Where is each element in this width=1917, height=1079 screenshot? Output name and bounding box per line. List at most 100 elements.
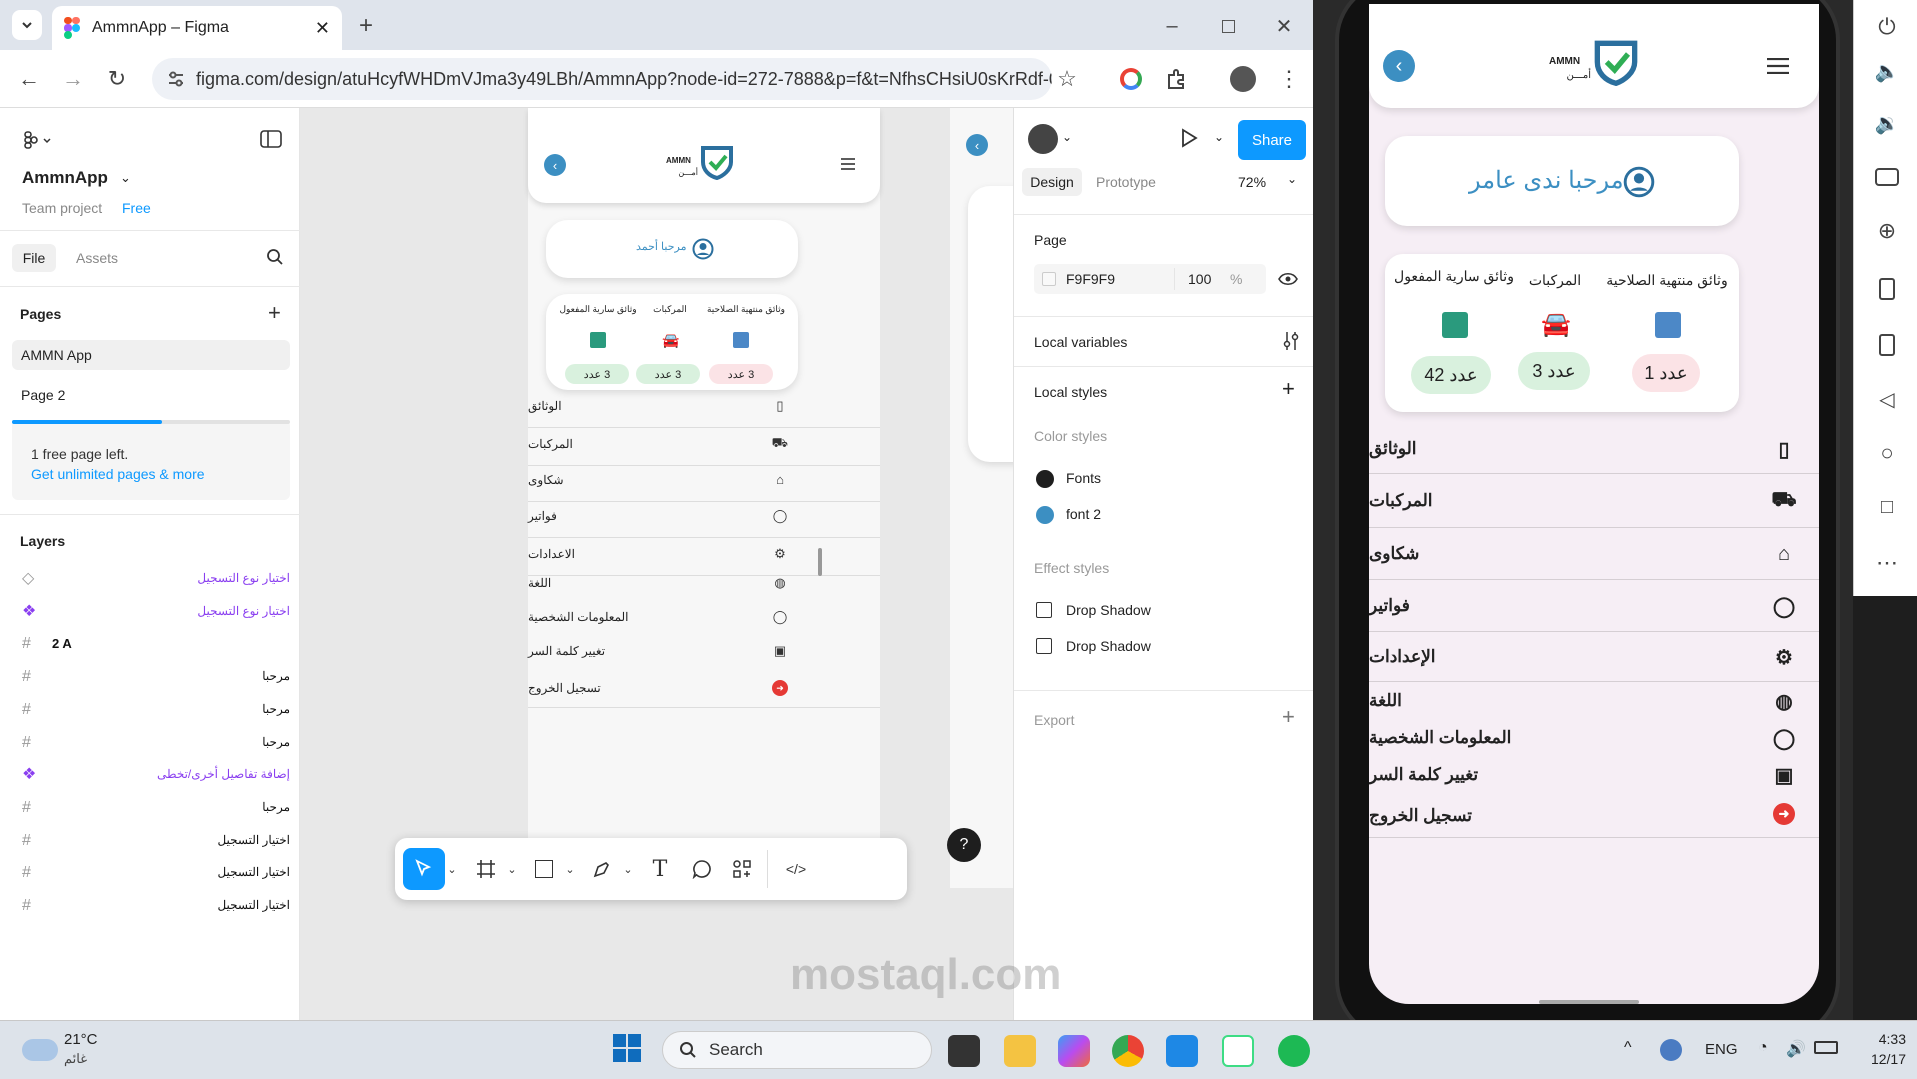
rotate-right-icon[interactable] — [1872, 330, 1902, 360]
windows-start-icon[interactable] — [612, 1033, 646, 1067]
page-color-field[interactable]: F9F9F9 100 % — [1034, 264, 1266, 294]
back-button[interactable]: ‹ — [544, 154, 566, 176]
camera-screenshot-icon[interactable] — [1872, 162, 1902, 192]
menu-item[interactable]: تغيير كلمة السر ▣ — [1369, 756, 1819, 794]
menu-item[interactable]: المعلومات الشخصية ◯ — [528, 600, 880, 634]
copilot-icon[interactable] — [1058, 1035, 1090, 1067]
text-tool-icon[interactable]: T — [639, 848, 681, 890]
move-tool-icon[interactable] — [403, 848, 445, 890]
menu-item[interactable]: الإعدادات ⚙ — [1369, 632, 1819, 682]
battery-icon[interactable] — [1814, 1041, 1838, 1054]
back-arrow-icon[interactable]: ← — [14, 64, 44, 94]
tab-assets[interactable]: Assets — [76, 250, 118, 266]
weather-cloud-icon[interactable] — [22, 1039, 58, 1061]
profile-avatar[interactable] — [1228, 64, 1258, 94]
network-status-icon[interactable] — [1660, 1039, 1682, 1061]
volume-down-icon[interactable]: 🔉 — [1872, 108, 1902, 138]
back-button[interactable]: ‹ — [1383, 50, 1415, 82]
menu-item[interactable]: تسجيل الخروج ➜ — [528, 668, 880, 708]
color-style-swatch[interactable] — [1036, 506, 1054, 524]
canvas-scrollbar[interactable] — [818, 548, 822, 576]
site-settings-icon[interactable] — [166, 69, 186, 89]
chevron-down-icon[interactable]: ⌄ — [1214, 130, 1224, 144]
plan-badge[interactable]: Free — [122, 200, 151, 216]
menu-item[interactable]: اللغة ◍ — [1369, 682, 1819, 720]
android-studio-icon[interactable] — [1222, 1035, 1254, 1067]
home-indicator[interactable] — [1539, 1000, 1639, 1004]
chrome-icon[interactable] — [1112, 1035, 1144, 1067]
bookmark-star-icon[interactable]: ☆ — [1052, 64, 1082, 94]
chevron-down-icon[interactable]: ⌄ — [1287, 172, 1297, 186]
close-window-icon[interactable]: ✕ — [1270, 12, 1298, 40]
add-style-icon[interactable]: + — [1282, 376, 1295, 402]
zoom-level[interactable]: 72% — [1238, 174, 1266, 190]
project-chevron-icon[interactable]: ⌄ — [120, 170, 131, 186]
back-triangle-icon[interactable]: ◁ — [1872, 384, 1902, 414]
share-button[interactable]: Share — [1238, 120, 1306, 160]
spotify-icon[interactable] — [1278, 1035, 1310, 1067]
resources-tool-icon[interactable] — [721, 848, 763, 890]
wifi-icon[interactable]: ◔ — [1758, 1039, 1768, 1057]
new-tab-icon[interactable]: + — [352, 12, 380, 40]
back-button[interactable]: ‹ — [966, 134, 988, 156]
page-opacity[interactable]: 100 — [1188, 271, 1211, 287]
url-field[interactable]: figma.com/design/atuHcyfWHDmVJma3y49LBh/… — [152, 58, 1052, 100]
search-icon[interactable] — [266, 248, 284, 266]
tab-prototype[interactable]: Prototype — [1096, 174, 1156, 190]
design-frame-secondary[interactable]: ‹ — [950, 108, 1013, 888]
close-tab-icon[interactable]: ✕ — [315, 18, 330, 39]
effect-style-drop-shadow[interactable]: Drop Shadow — [1066, 602, 1151, 618]
color-swatch[interactable] — [1042, 272, 1056, 286]
volume-up-icon[interactable]: 🔈 — [1872, 56, 1902, 86]
forward-arrow-icon[interactable]: → — [58, 64, 88, 94]
local-variables-label[interactable]: Local variables — [1034, 334, 1127, 350]
clock-time[interactable]: 4:33 — [1862, 1031, 1906, 1047]
design-frame-home[interactable]: ‹ AMMN أمـــن مرحبا أحمد وثائق منتهية ال… — [528, 108, 880, 888]
power-icon[interactable]: ⏻ — [1872, 12, 1902, 42]
page-item-ammn-app[interactable]: AMMN App — [12, 340, 290, 370]
rectangle-tool-icon[interactable] — [523, 848, 565, 890]
chevron-up-icon[interactable]: ^ — [1624, 1039, 1632, 1057]
figma-menu-icon[interactable] — [22, 130, 52, 150]
vscode-icon[interactable] — [1166, 1035, 1198, 1067]
add-export-icon[interactable]: + — [1282, 704, 1295, 730]
sidebar-toggle-icon[interactable] — [260, 130, 282, 148]
browser-tab-figma[interactable]: AmmnApp – Figma ✕ — [52, 6, 342, 50]
help-button[interactable]: ? — [947, 828, 981, 862]
variables-sliders-icon[interactable] — [1282, 330, 1300, 352]
hamburger-menu-icon[interactable] — [841, 158, 855, 170]
layer-row[interactable]: # اختيار التسجيل — [0, 885, 300, 925]
page-item-page-2[interactable]: Page 2 — [21, 387, 65, 403]
zoom-in-icon[interactable]: ⊕ — [1872, 216, 1902, 246]
reload-icon[interactable]: ↻ — [102, 64, 132, 94]
more-options-icon[interactable]: ⋯ — [1872, 548, 1902, 578]
effect-style-drop-shadow[interactable]: Drop Shadow — [1066, 638, 1151, 654]
taskbar-search[interactable]: Search — [662, 1031, 932, 1069]
dev-mode-icon[interactable]: </> — [775, 848, 817, 890]
add-page-icon[interactable]: + — [268, 300, 281, 326]
home-circle-icon[interactable]: ○ — [1872, 438, 1902, 468]
chevron-down-icon[interactable]: ⌄ — [1062, 130, 1072, 144]
comment-tool-icon[interactable] — [681, 848, 723, 890]
project-name[interactable]: AmmnApp — [22, 168, 108, 188]
menu-item[interactable]: الوثائق ▯ — [1369, 424, 1819, 474]
pen-tool-icon[interactable] — [581, 848, 623, 890]
hamburger-menu-icon[interactable] — [1767, 58, 1789, 74]
menu-item[interactable]: تغيير كلمة السر ▣ — [528, 634, 880, 668]
clock-date[interactable]: 12/17 — [1858, 1051, 1906, 1067]
eye-visibility-icon[interactable] — [1278, 272, 1298, 286]
folder-icon[interactable] — [1004, 1035, 1036, 1067]
color-style-font-2[interactable]: font 2 — [1066, 506, 1101, 522]
overview-square-icon[interactable]: □ — [1872, 492, 1902, 522]
extension-icon[interactable] — [1116, 64, 1146, 94]
minimize-icon[interactable]: – — [1158, 12, 1186, 40]
language-indicator[interactable]: ENG — [1705, 1041, 1738, 1058]
rotate-left-icon[interactable] — [1872, 274, 1902, 304]
chevron-down-icon[interactable]: ⌄ — [619, 848, 637, 890]
kebab-menu-icon[interactable]: ⋮ — [1274, 64, 1304, 94]
menu-item[interactable]: فواتير ◯ — [1369, 580, 1819, 632]
figma-canvas[interactable]: ‹ AMMN أمـــن مرحبا أحمد وثائق منتهية ال… — [300, 108, 1013, 1020]
chevron-down-icon[interactable]: ⌄ — [503, 848, 521, 890]
chevron-down-icon[interactable]: ⌄ — [561, 848, 579, 890]
menu-item[interactable]: المعلومات الشخصية ◯ — [1369, 720, 1819, 756]
